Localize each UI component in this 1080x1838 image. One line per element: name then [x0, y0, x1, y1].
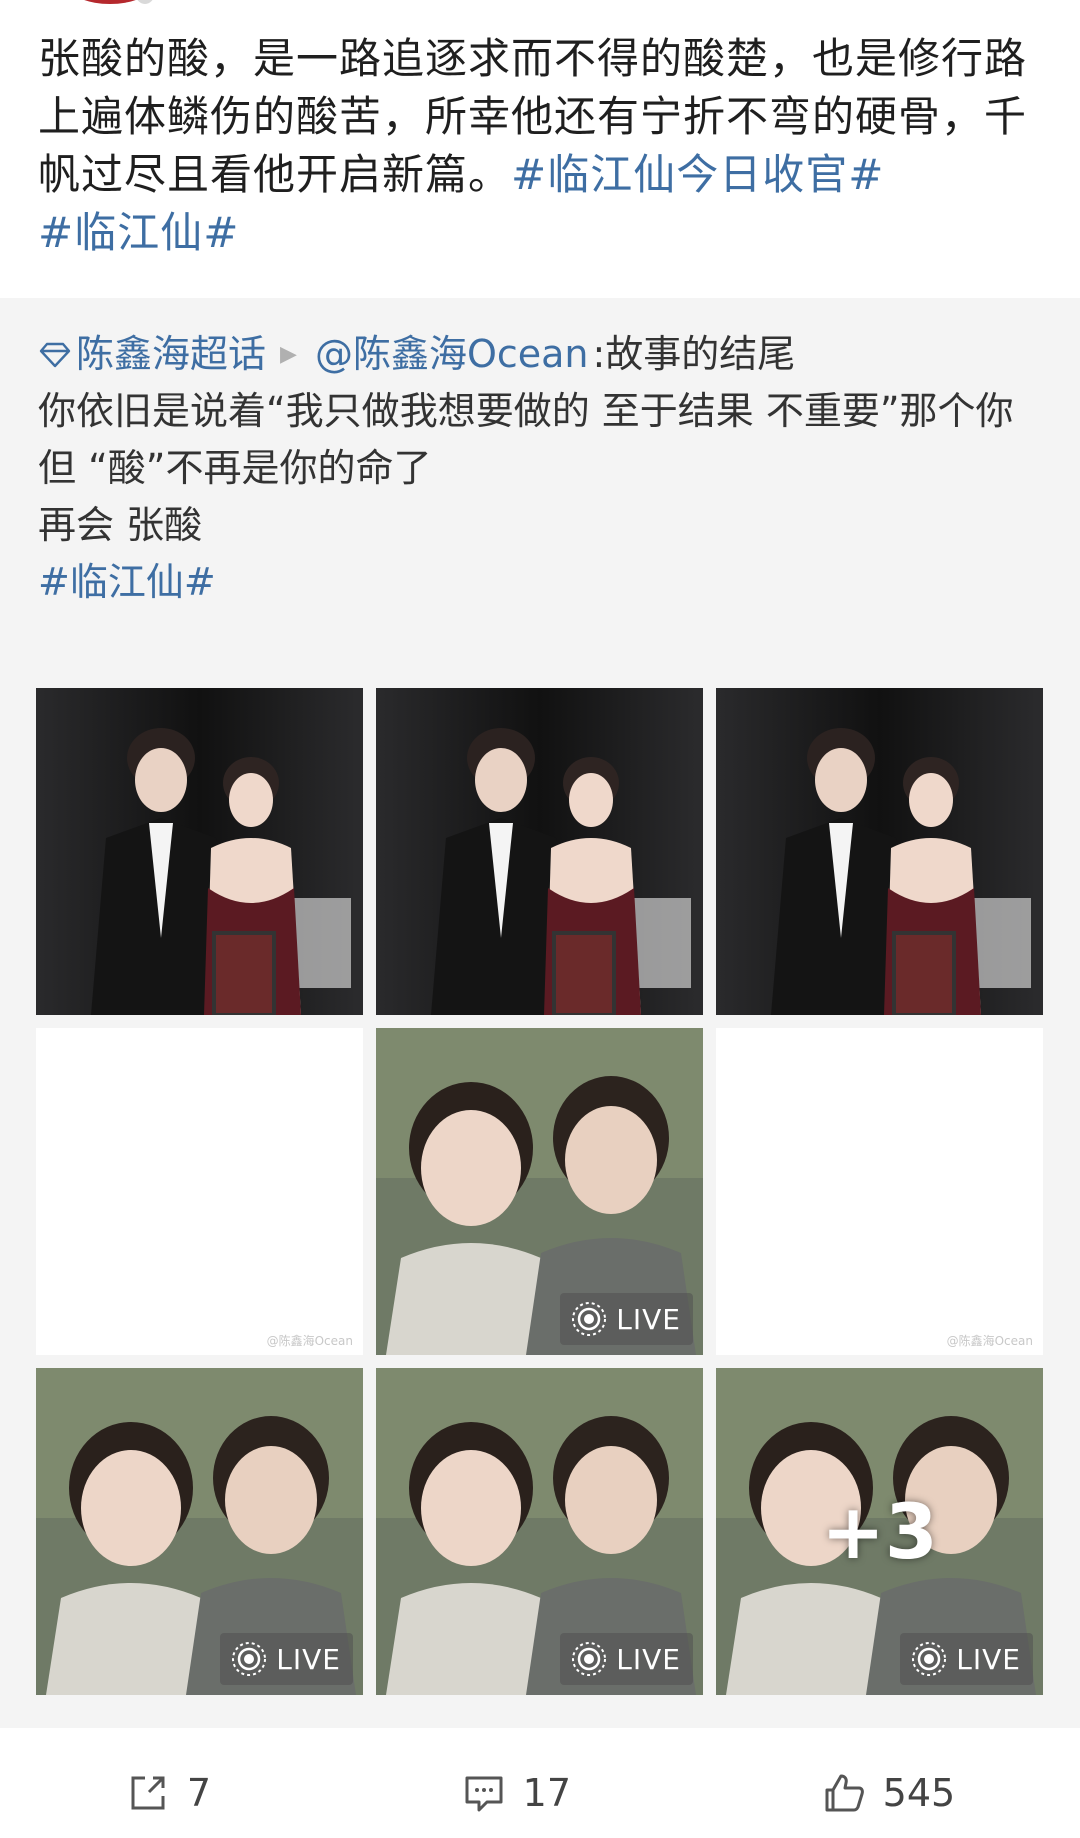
live-photo-badge: LIVE — [560, 1293, 693, 1345]
hashtag-link[interactable]: #临江仙今日收官# — [511, 150, 884, 199]
supertopic-link[interactable]: 陈鑫海超话 — [76, 326, 266, 383]
author-link[interactable]: @陈鑫海Ocean — [315, 326, 589, 383]
live-photo-badge: LIVE — [560, 1633, 693, 1685]
post-body: 张酸的酸，是一路追逐求而不得的酸楚，也是修行路上遍体鳞伤的酸苦，所幸他还有宁折不… — [38, 30, 1048, 262]
watermark-text: @陈鑫海Ocean — [946, 1334, 1033, 1348]
image-grid: @陈鑫海Ocean LIVE @陈鑫海Ocean LIVE LIVE +3 LIVE — [36, 688, 1044, 1695]
image-thumbnail[interactable] — [376, 688, 703, 1015]
chevron-right-icon: ▶ — [280, 342, 297, 367]
image-thumbnail[interactable]: LIVE — [36, 1368, 363, 1695]
live-target-icon — [572, 1642, 607, 1676]
live-target-icon — [232, 1642, 267, 1676]
repost-title: :故事的结尾 — [592, 332, 796, 376]
image-thumbnail[interactable]: +3 LIVE — [716, 1368, 1043, 1695]
image-thumbnail[interactable]: LIVE — [376, 1368, 703, 1695]
repost-body: 陈鑫海超话 ▶ @陈鑫海Ocean :故事的结尾 你依旧是说着“我只做我想要做的… — [38, 326, 1048, 611]
photo-image — [376, 688, 703, 1015]
live-target-icon — [572, 1302, 607, 1336]
image-thumbnail[interactable]: @陈鑫海Ocean — [36, 1028, 363, 1355]
image-thumbnail[interactable] — [716, 688, 1043, 1015]
photo-image — [36, 688, 363, 1015]
image-thumbnail[interactable] — [36, 688, 363, 1015]
hashtag-link[interactable]: #临江仙# — [38, 554, 1048, 611]
hashtag-link[interactable]: #临江仙# — [38, 208, 239, 257]
like-count: 545 — [882, 1771, 956, 1815]
diamond-icon — [39, 342, 71, 367]
comment-bubble-icon — [465, 1776, 503, 1812]
live-photo-badge: LIVE — [220, 1633, 353, 1685]
photo-image — [716, 688, 1043, 1015]
comment-button[interactable]: 17 — [461, 1770, 571, 1816]
action-bar: 7 17 545 — [0, 1748, 1080, 1838]
live-label: LIVE — [956, 1642, 1021, 1676]
share-arrow-icon — [131, 1776, 165, 1810]
live-target-icon — [912, 1642, 947, 1676]
image-thumbnail[interactable]: @陈鑫海Ocean — [716, 1028, 1043, 1355]
live-label: LIVE — [616, 1302, 681, 1336]
watermark-text: @陈鑫海Ocean — [266, 1334, 353, 1348]
like-button[interactable]: 545 — [821, 1770, 956, 1816]
repost-line: 但 “酸”不再是你的命了 — [38, 446, 432, 490]
thumbs-up-icon — [825, 1774, 864, 1812]
repost-line: 你依旧是说着“我只做我想要做的 至于结果 不重要”那个你 — [38, 389, 1014, 433]
comment-count: 17 — [522, 1771, 571, 1815]
share-count: 7 — [186, 1771, 211, 1815]
live-label: LIVE — [616, 1642, 681, 1676]
image-thumbnail[interactable]: LIVE — [376, 1028, 703, 1355]
repost-line: 再会 张酸 — [38, 503, 203, 547]
live-label: LIVE — [276, 1642, 341, 1676]
share-button[interactable]: 7 — [125, 1770, 211, 1816]
live-photo-badge: LIVE — [900, 1633, 1033, 1685]
verified-badge — [135, 0, 155, 4]
